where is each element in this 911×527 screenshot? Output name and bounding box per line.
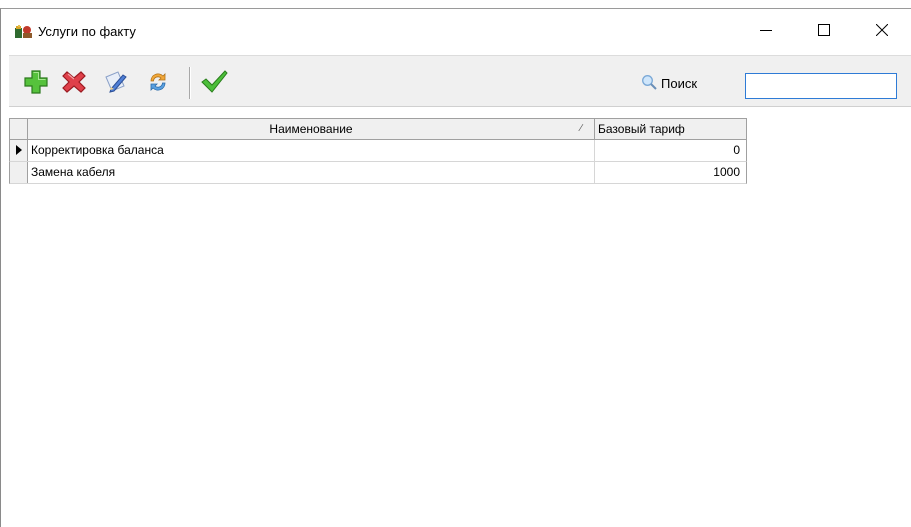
search-label: Поиск <box>641 74 697 93</box>
table-row[interactable]: Корректировка баланса 0 <box>9 140 747 162</box>
refresh-arrows-icon <box>146 70 170 97</box>
column-header-tariff[interactable]: Базовый тариф <box>595 119 746 139</box>
column-header-tariff-label: Базовый тариф <box>598 122 685 136</box>
delete-x-icon <box>62 70 86 97</box>
maximize-icon <box>818 23 830 39</box>
services-grid: Наименование ∕ Базовый тариф Корректиров… <box>9 118 747 184</box>
minimize-button[interactable] <box>743 9 789 53</box>
header-indicator-cell <box>10 119 28 139</box>
add-plus-icon <box>24 69 48 97</box>
row-indicator[interactable] <box>10 162 28 183</box>
cell-name[interactable]: Замена кабеля <box>28 162 595 183</box>
search-input[interactable] <box>745 73 897 99</box>
grid-header: Наименование ∕ Базовый тариф <box>9 118 747 140</box>
search-magnifier-icon <box>641 74 657 93</box>
window-title: Услуги по факту <box>38 24 136 39</box>
current-row-arrow-icon <box>15 144 23 158</box>
sort-indicator-icon: ∕ <box>580 123 582 134</box>
column-header-name-label: Наименование <box>269 122 353 136</box>
title-bar: Услуги по факту <box>1 9 911 53</box>
toolbar-separator <box>189 67 191 99</box>
cell-tariff[interactable]: 0 <box>595 140 746 161</box>
row-indicator[interactable] <box>10 140 28 161</box>
edit-button[interactable] <box>101 68 131 98</box>
search-label-text: Поиск <box>661 76 698 91</box>
services-app-icon <box>15 25 33 39</box>
edit-pencil-icon <box>103 69 129 98</box>
minimize-icon <box>760 24 772 39</box>
toolbar: Поиск <box>9 55 911 107</box>
delete-button[interactable] <box>59 68 89 98</box>
close-button[interactable] <box>859 9 905 53</box>
cell-tariff[interactable]: 1000 <box>595 162 746 183</box>
add-button[interactable] <box>21 68 51 98</box>
services-window: Услуги по факту Поиск Наименование ∕ Баз… <box>0 8 911 527</box>
refresh-button[interactable] <box>143 68 173 98</box>
apply-button[interactable] <box>199 68 229 98</box>
table-row[interactable]: Замена кабеля 1000 <box>9 162 747 184</box>
apply-check-icon <box>200 69 228 98</box>
cell-name[interactable]: Корректировка баланса <box>28 140 595 161</box>
close-icon <box>875 23 889 39</box>
column-header-name[interactable]: Наименование ∕ <box>28 119 595 139</box>
maximize-button[interactable] <box>801 9 847 53</box>
